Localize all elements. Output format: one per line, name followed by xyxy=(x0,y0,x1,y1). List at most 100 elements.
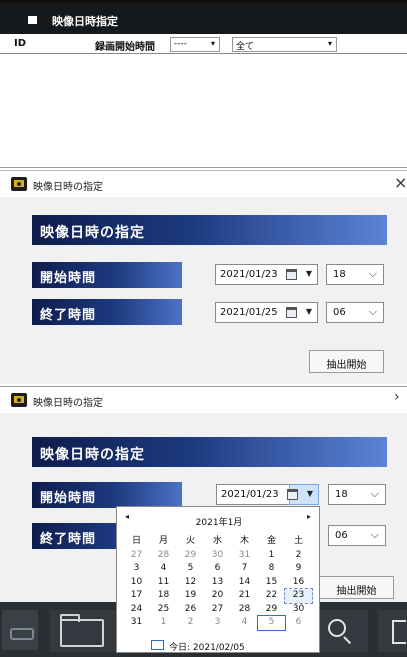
calendar-day[interactable]: 19 xyxy=(177,589,204,603)
calendar-day[interactable]: 27 xyxy=(204,603,231,617)
column-id[interactable]: ID xyxy=(14,38,26,49)
calendar-day[interactable]: 1 xyxy=(258,549,285,563)
folder-icon[interactable] xyxy=(60,614,104,647)
app-icon xyxy=(11,177,27,191)
calendar-day[interactable]: 4 xyxy=(150,562,177,576)
chevron-down-icon[interactable]: ▼ xyxy=(306,269,312,278)
search-icon[interactable] xyxy=(328,619,346,637)
calendar-day[interactable]: 2 xyxy=(285,549,312,563)
dialog-window-title: 映像日時の指定 xyxy=(33,398,103,409)
calendar-day[interactable]: 29 xyxy=(258,603,285,617)
filter-select-2-value: 全て xyxy=(236,42,255,52)
start-hour-select[interactable]: 18 ⌵ xyxy=(326,264,384,285)
calendar-day[interactable]: 3 xyxy=(204,616,231,630)
dialog-heading: 映像日時の指定 xyxy=(32,215,387,245)
weekday-label: 月 xyxy=(158,536,168,546)
calendar-day[interactable]: 7 xyxy=(231,562,258,576)
start-date-picker[interactable]: 2021/01/23 ▼ xyxy=(216,484,319,505)
weekday-label: 金 xyxy=(266,536,276,546)
calendar-day[interactable]: 4 xyxy=(231,616,258,630)
calendar-day[interactable]: 10 xyxy=(123,576,150,590)
end-hour-select[interactable]: 06 ⌵ xyxy=(326,302,384,323)
start-hour-value: 18 xyxy=(333,269,346,280)
calendar-icon[interactable] xyxy=(286,307,297,318)
week-row: 24 25 26 27 28 29 30 xyxy=(123,603,313,617)
end-hour-select[interactable]: 06 ⌵ xyxy=(328,525,386,546)
calendar-day[interactable]: 24 xyxy=(123,603,150,617)
calendar-day[interactable]: 26 xyxy=(177,603,204,617)
calendar-day[interactable]: 16 xyxy=(285,576,312,590)
chevron-down-icon[interactable]: ▼ xyxy=(306,307,312,316)
device-icon[interactable] xyxy=(2,610,38,650)
calendar-day[interactable]: 30 xyxy=(204,549,231,563)
close-icon[interactable]: › xyxy=(394,389,400,405)
calendar-day[interactable]: 2 xyxy=(177,616,204,630)
calendar-day[interactable]: 30 xyxy=(285,603,312,617)
extract-start-button[interactable]: 抽出開始 xyxy=(319,576,394,599)
weekday-label: 土 xyxy=(293,536,303,546)
calendar-day[interactable]: 22 xyxy=(258,589,285,603)
start-date-value: 2021/01/23 xyxy=(221,489,279,500)
calendar-day[interactable]: 9 xyxy=(285,562,312,576)
start-date-picker[interactable]: 2021/01/23 ▼ xyxy=(215,264,318,285)
calendar-day[interactable]: 8 xyxy=(258,562,285,576)
calendar-day[interactable]: 18 xyxy=(150,589,177,603)
filter-select-2[interactable]: 全て ▾ xyxy=(232,37,337,52)
panel-marker-icon xyxy=(28,16,37,24)
calendar-day[interactable]: 1 xyxy=(150,616,177,630)
chevron-down-icon: ▾ xyxy=(210,39,215,48)
calendar-day[interactable]: 6 xyxy=(204,562,231,576)
calendar-day[interactable]: 20 xyxy=(204,589,231,603)
filter-select-1[interactable]: ---- ▾ xyxy=(170,37,220,52)
today-marker-icon xyxy=(151,640,164,650)
calendar-day[interactable]: 25 xyxy=(150,603,177,617)
calendar-day[interactable]: 12 xyxy=(177,576,204,590)
list-panel-titlebar: 映像日時指定 xyxy=(0,3,407,34)
calendar-day[interactable]: 28 xyxy=(150,549,177,563)
start-hour-value: 18 xyxy=(335,489,348,500)
calendar-icon[interactable] xyxy=(286,269,297,280)
calendar-day[interactable]: 5 xyxy=(177,562,204,576)
calendar-day[interactable]: 13 xyxy=(204,576,231,590)
calendar-day[interactable]: 14 xyxy=(231,576,258,590)
week-row: 31 1 2 3 4 5 6 xyxy=(123,615,313,631)
weekday-row: 日月火水木金土 xyxy=(123,535,313,549)
dialog-heading: 映像日時の指定 xyxy=(32,437,387,467)
calendar-day[interactable]: 11 xyxy=(150,576,177,590)
document-icon[interactable] xyxy=(392,620,406,644)
today-link[interactable]: 今日: 2021/02/05 xyxy=(151,640,245,653)
end-hour-value: 06 xyxy=(335,530,348,541)
calendar-day[interactable]: 31 xyxy=(231,549,258,563)
start-hour-select[interactable]: 18 ⌵ xyxy=(328,484,386,505)
weekday-label: 火 xyxy=(185,536,195,546)
today-text: 今日: 2021/02/05 xyxy=(169,643,245,653)
start-time-label: 開始時間 xyxy=(32,482,182,508)
calendar-grid: 日月火水木金土 27 28 29 30 31 1 2 3 4 5 6 7 8 9 10 11 12 13 14 15 16… xyxy=(123,535,313,631)
calendar-day[interactable]: 15 xyxy=(258,576,285,590)
end-date-picker[interactable]: 2021/01/25 ▼ xyxy=(215,302,318,323)
calendar-day[interactable]: 23 xyxy=(284,588,313,604)
next-month-icon[interactable]: ▸ xyxy=(307,512,311,521)
calendar-day[interactable]: 27 xyxy=(123,549,150,563)
end-date-value: 2021/01/25 xyxy=(220,307,278,318)
calendar-day[interactable]: 29 xyxy=(177,549,204,563)
chevron-down-icon: ▾ xyxy=(327,39,332,48)
dialog-titlebar: 映像日時の指定 › xyxy=(0,387,407,413)
chevron-down-icon[interactable]: ▼ xyxy=(307,489,313,498)
calendar-day[interactable]: 31 xyxy=(123,616,150,630)
list-panel: 映像日時指定 ID 録画開始時間 ---- ▾ 全て ▾ xyxy=(0,0,407,168)
calendar-day[interactable]: 17 xyxy=(123,589,150,603)
weekday-label: 日 xyxy=(131,536,141,546)
calendar-day[interactable]: 5 xyxy=(257,615,286,631)
calendar-day[interactable]: 6 xyxy=(285,616,312,630)
date-dialog-closed: 映像日時の指定 × 映像日時の指定 開始時間 2021/01/23 ▼ 18 ⌵… xyxy=(0,170,407,384)
close-icon[interactable]: × xyxy=(394,173,407,192)
column-start-time[interactable]: 録画開始時間 xyxy=(95,38,155,53)
end-time-label: 終了時間 xyxy=(32,299,182,325)
calendar-month-title[interactable]: 2021年1月 xyxy=(117,515,321,528)
calendar-day[interactable]: 21 xyxy=(231,589,258,603)
calendar-icon[interactable] xyxy=(287,489,298,500)
extract-start-button[interactable]: 抽出開始 xyxy=(309,350,384,373)
calendar-day[interactable]: 3 xyxy=(123,562,150,576)
calendar-day[interactable]: 28 xyxy=(231,603,258,617)
